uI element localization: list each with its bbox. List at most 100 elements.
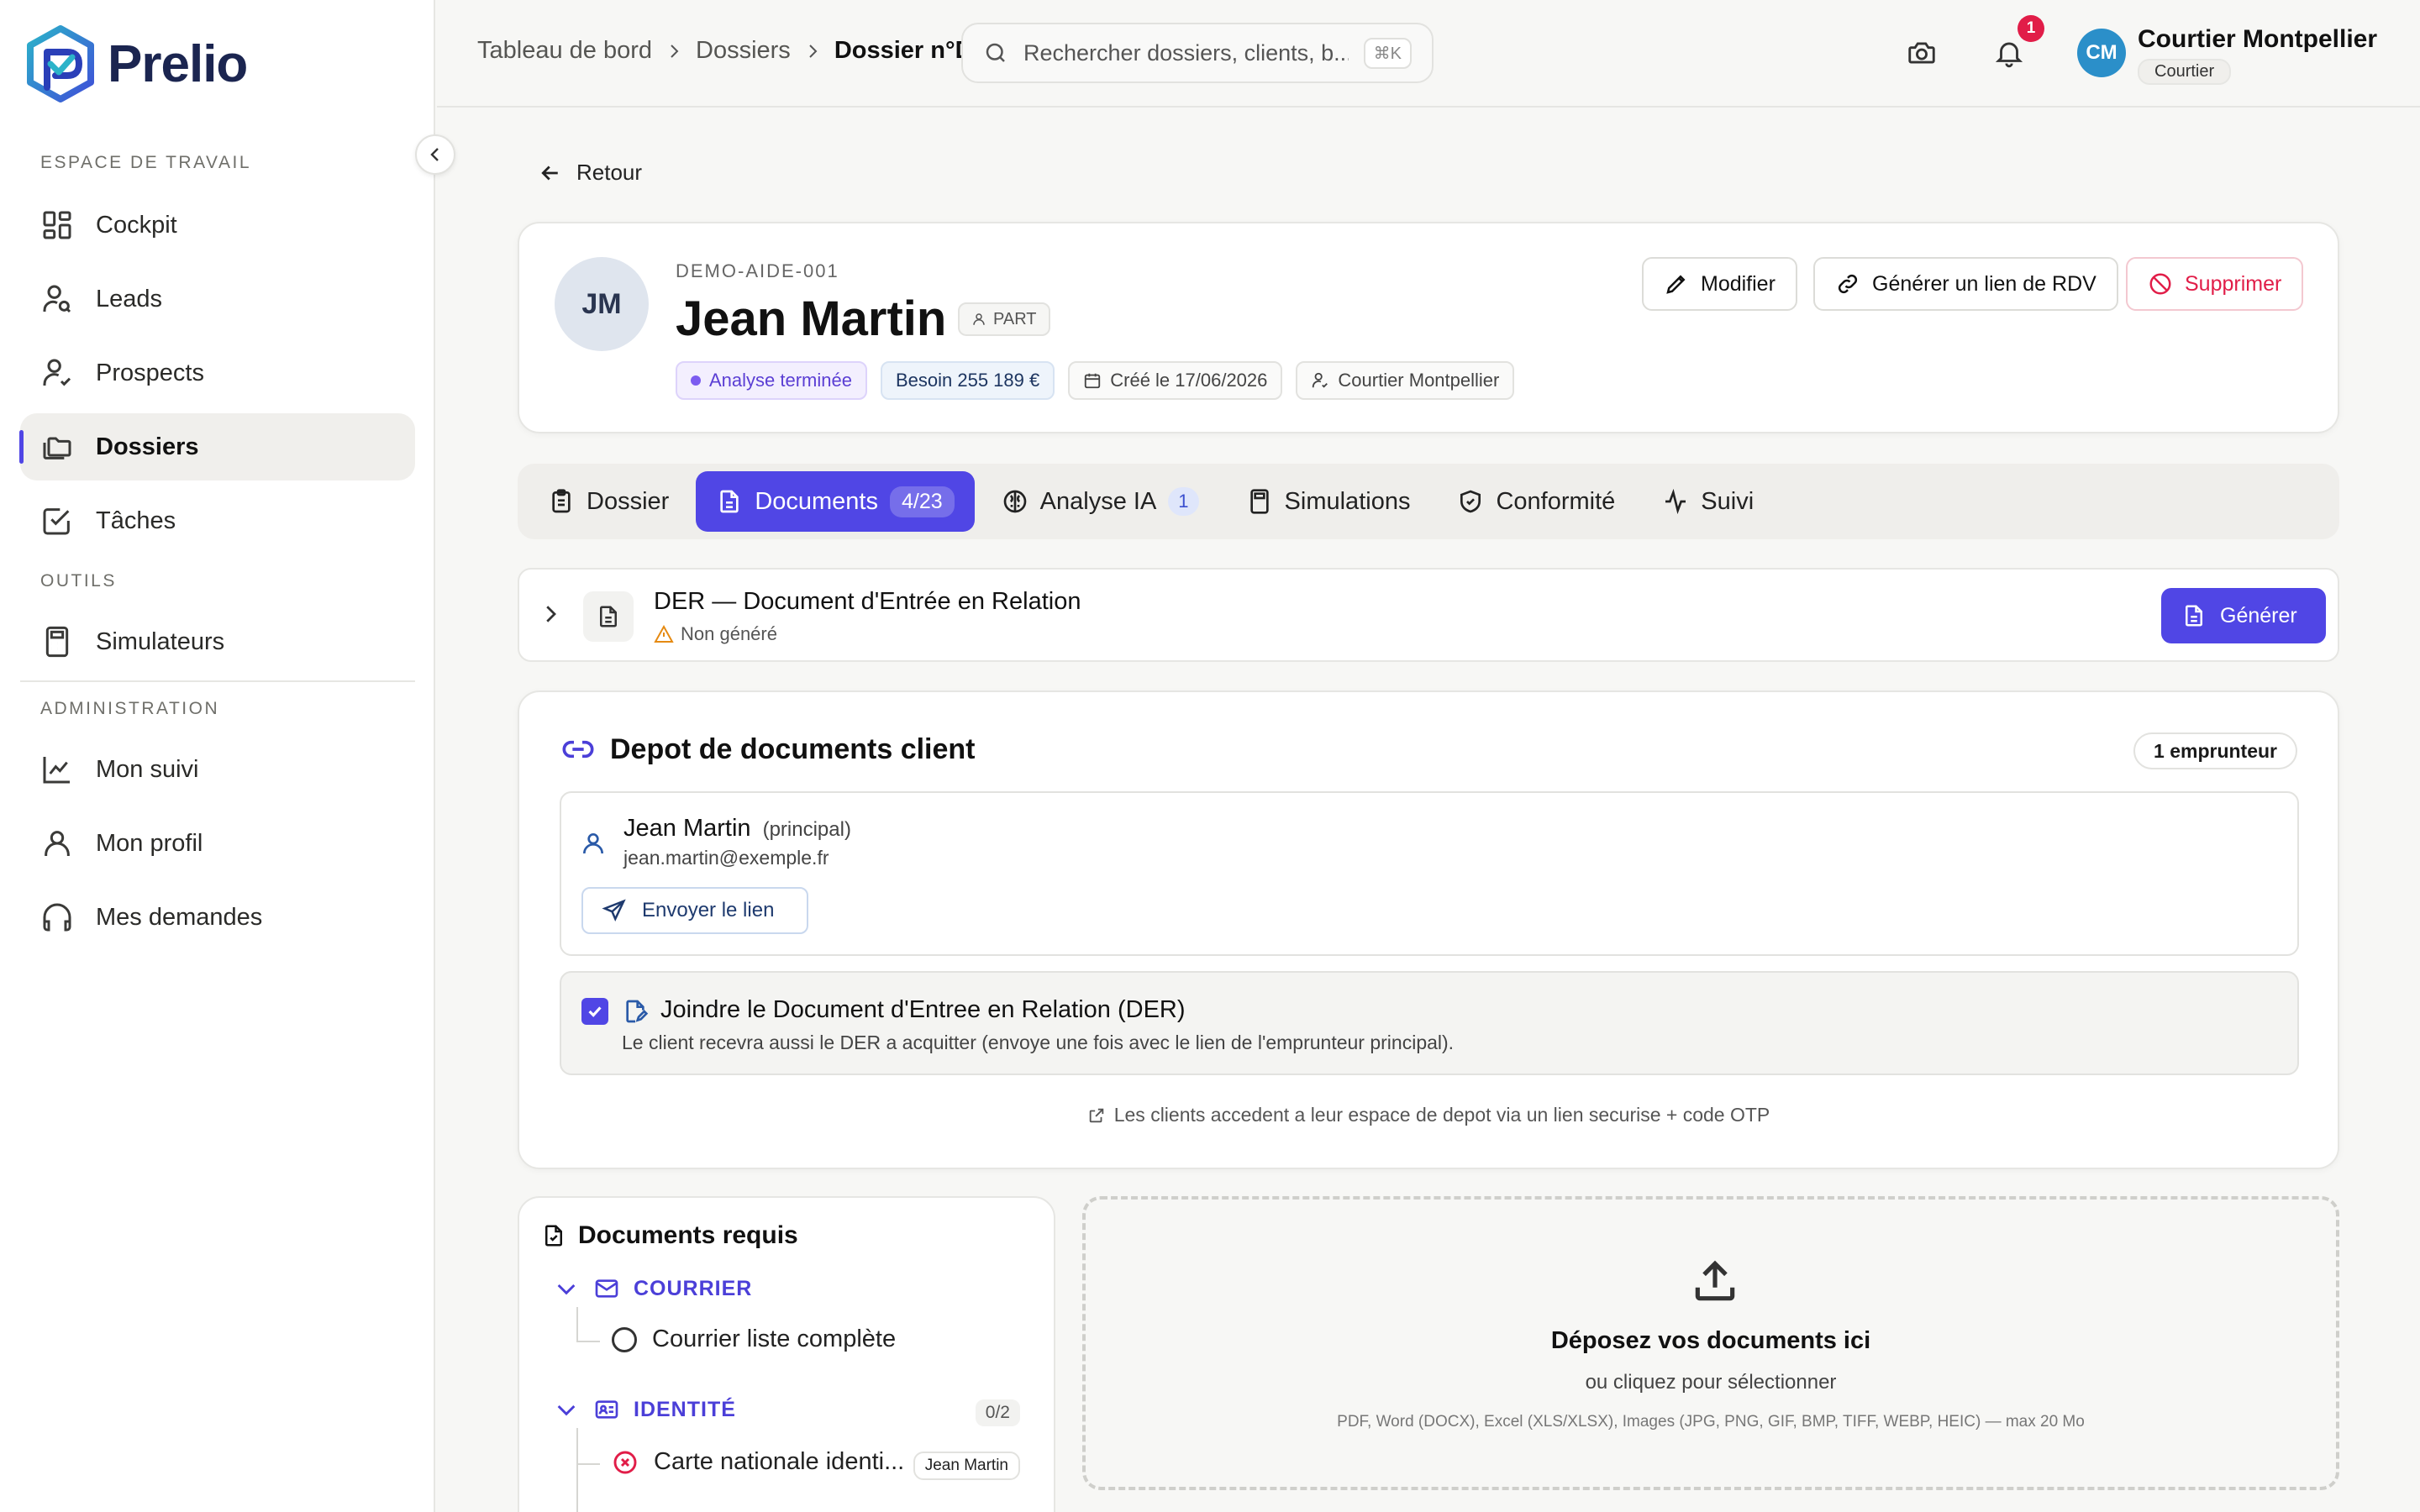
doc-item-label: Carte nationale identi...: [654, 1448, 905, 1475]
generate-der-button[interactable]: Générer: [2161, 588, 2326, 643]
send-link-button[interactable]: Envoyer le lien: [581, 887, 808, 934]
tab-documents[interactable]: Documents 4/23: [696, 471, 975, 532]
tab-label: Documents: [755, 487, 878, 515]
delete-label: Supprimer: [2185, 271, 2282, 296]
camera-icon[interactable]: [1906, 37, 1938, 69]
der-status-label: Non généré: [681, 623, 777, 644]
der-doc-container: [583, 591, 634, 642]
send-link-label: Envoyer le lien: [642, 899, 775, 921]
tab-label: Conformité: [1496, 487, 1616, 515]
tree-branch: [576, 1463, 600, 1465]
sidebar-item-label: Simulateurs: [96, 627, 225, 655]
required-documents-title: Documents requis: [541, 1221, 798, 1250]
generate-label: Générer: [2220, 603, 2297, 627]
sidebar-item-leads[interactable]: Leads: [20, 265, 415, 333]
bell-icon[interactable]: [1993, 37, 2025, 69]
global-search[interactable]: ⌘K: [961, 23, 1434, 83]
tab-suivi[interactable]: Suivi: [1642, 471, 1774, 532]
borrower-name: Jean Martin (principal): [623, 815, 851, 843]
breadcrumb-item-dashboard[interactable]: Tableau de bord: [477, 37, 652, 65]
category-label: COURRIER: [634, 1276, 753, 1300]
send-icon: [602, 898, 627, 923]
sidebar-item-prospects[interactable]: Prospects: [20, 339, 415, 407]
mail-icon: [593, 1275, 620, 1302]
category-courrier[interactable]: COURRIER: [553, 1275, 752, 1302]
warning-icon: [654, 624, 674, 644]
der-status: Non généré: [654, 623, 777, 645]
back-button[interactable]: Retour: [538, 160, 642, 186]
avatar[interactable]: CM: [2077, 29, 2126, 77]
app-logo[interactable]: Prelio: [25, 24, 248, 104]
edit-button[interactable]: Modifier: [1642, 257, 1797, 311]
tree-line: [576, 1307, 578, 1341]
tab-label: Suivi: [1701, 487, 1754, 515]
need-label: Besoin 255 189 €: [895, 370, 1040, 391]
sidebar-item-mon-profil[interactable]: Mon profil: [20, 810, 415, 877]
tab-analyse-ia[interactable]: Analyse IA 1: [981, 471, 1219, 532]
chevron-right-icon[interactable]: [538, 601, 563, 627]
section-label-tools: OUTILS: [40, 571, 117, 591]
search-input[interactable]: [1023, 39, 1349, 66]
file-text-icon: [596, 604, 621, 629]
join-der-checkbox[interactable]: [581, 998, 608, 1025]
list-item[interactable]: Carte nationale identi...: [612, 1448, 904, 1476]
tree-line: [576, 1428, 578, 1512]
join-der-description: Le client recevra aussi le DER a acquitt…: [622, 1032, 1455, 1053]
der-row[interactable]: DER — Document d'Entrée en Relation Non …: [518, 568, 2339, 662]
pending-circle-icon: [612, 1326, 637, 1352]
tab-conformite[interactable]: Conformité: [1437, 471, 1635, 532]
client-type-badge: PART: [958, 302, 1050, 336]
deposit-title: Depot de documents client: [561, 732, 976, 766]
x-circle-icon: [612, 1449, 639, 1476]
generate-rdv-link-button[interactable]: Générer un lien de RDV: [1813, 257, 2118, 311]
created-date-label: Créé le 17/06/2026: [1110, 370, 1268, 391]
otp-note: Les clients accedent a leur espace de de…: [519, 1104, 2338, 1126]
sidebar-item-dossiers[interactable]: Dossiers: [19, 413, 415, 480]
sidebar-item-taches[interactable]: Tâches: [20, 487, 415, 554]
sidebar-item-mon-suivi[interactable]: Mon suivi: [20, 736, 415, 803]
id-card-icon: [593, 1396, 620, 1423]
dropzone-formats: PDF, Word (DOCX), Excel (XLS/XLSX), Imag…: [1337, 1413, 2085, 1431]
tab-simulations[interactable]: Simulations: [1226, 471, 1431, 532]
file-check-icon: [541, 1223, 566, 1248]
client-avatar: JM: [555, 257, 649, 351]
category-identite[interactable]: IDENTITÉ: [553, 1396, 736, 1423]
chart-line-icon: [40, 753, 74, 786]
rdv-link-label: Générer un lien de RDV: [1872, 271, 2096, 296]
user-search-icon: [40, 282, 74, 316]
owner-badge: Jean Martin: [913, 1452, 1020, 1480]
user-check-icon: [1311, 371, 1329, 390]
tab-label: Dossier: [587, 487, 670, 515]
otp-note-label: Les clients accedent a leur espace de de…: [1113, 1104, 1770, 1126]
link-icon: [561, 732, 595, 766]
search-icon: [983, 40, 1008, 66]
tab-label: Analyse IA: [1039, 487, 1157, 515]
sidebar-item-label: Mes demandes: [96, 903, 263, 931]
tree-branch: [576, 1341, 600, 1342]
dropzone-subtitle: ou cliquez pour sélectionner: [1585, 1371, 1837, 1394]
collapse-sidebar-button[interactable]: [415, 134, 455, 175]
breadcrumb-item-dossiers[interactable]: Dossiers: [696, 37, 791, 65]
sidebar-item-mes-demandes[interactable]: Mes demandes: [20, 884, 415, 951]
dropzone-title: Déposez vos documents ici: [1550, 1327, 1871, 1354]
shield-check-icon: [1457, 488, 1484, 515]
sidebar-item-cockpit[interactable]: Cockpit: [20, 192, 415, 259]
app-name: Prelio: [108, 34, 248, 93]
section-label-workspace: ESPACE DE TRAVAIL: [40, 153, 252, 172]
client-name: Jean Martin: [676, 291, 947, 346]
sidebar-item-simulateurs[interactable]: Simulateurs: [20, 608, 415, 675]
file-dropzone[interactable]: Déposez vos documents ici ou cliquez pou…: [1082, 1196, 2339, 1490]
arrow-left-icon: [538, 160, 563, 186]
delete-button[interactable]: Supprimer: [2126, 257, 2304, 311]
tab-dossier[interactable]: Dossier: [528, 471, 689, 532]
list-item[interactable]: Courrier liste complète: [612, 1326, 896, 1353]
user-check-icon: [40, 356, 74, 390]
borrower-count-badge: 1 emprunteur: [2133, 732, 2297, 769]
check-icon: [586, 1002, 604, 1021]
user-name[interactable]: Courtier Montpellier: [2138, 25, 2377, 54]
join-der-title: Joindre le Document d'Entree en Relation…: [660, 996, 1186, 1023]
dossier-ref: DEMO-AIDE-001: [676, 260, 839, 281]
chevron-right-icon: [802, 41, 823, 61]
category-count-badge: 0/2: [975, 1399, 1020, 1426]
tab-label: Simulations: [1284, 487, 1411, 515]
